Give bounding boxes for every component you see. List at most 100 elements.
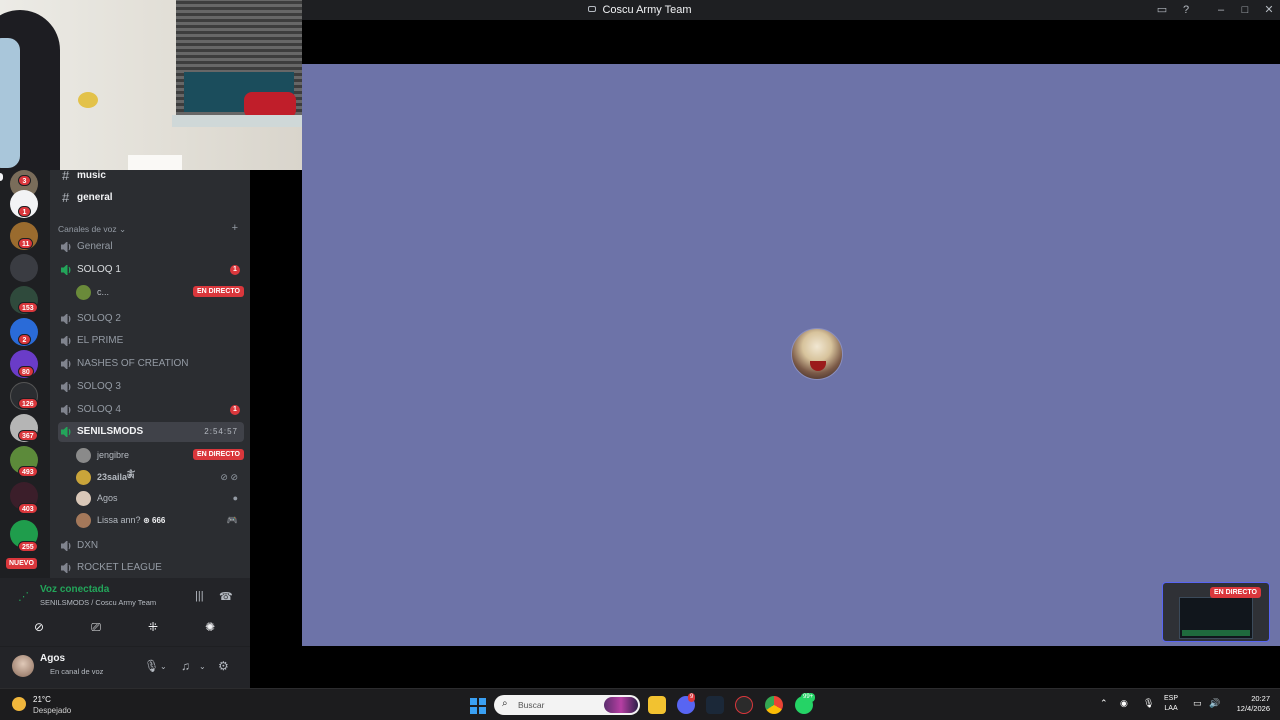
speaker-icon [61,242,71,252]
voice-channel-soloq1[interactable]: SOLOQ 1 1 [58,260,244,280]
chevron-down-icon[interactable]: ⌄ [160,662,167,671]
webcam-overlay [0,0,302,170]
voice-user[interactable]: jengibre EN DIRECTO [76,445,244,465]
voice-stage [250,20,1280,646]
voice-channel-soloq3[interactable]: SOLOQ 3 [58,377,244,397]
speaker-icon [61,336,71,346]
voice-user-name: Lissa ann? ⊛ 666 [97,510,165,531]
status-icon: ● [232,493,238,503]
voice-user-name: c... [97,287,110,297]
app-icon[interactable] [735,696,753,714]
maximize-icon[interactable]: □ [1237,2,1253,18]
tray-chevron-up-icon[interactable]: ⌃ [1100,698,1108,709]
voice-user[interactable]: Lissa ann? ⊛ 666 🎮 [76,510,244,530]
voice-channel-senilsmods[interactable]: SENILSMODS 2:54:57 [58,422,244,442]
hash-icon: # [62,170,70,183]
live-badge: EN DIRECTO [192,449,244,460]
voice-user[interactable]: Agos ● [76,488,244,508]
user-name[interactable]: Agos [40,653,65,664]
stream-thumbnail [1179,597,1253,639]
stream-thumbnail-strip [1182,630,1250,636]
steam-icon[interactable] [706,696,724,714]
channel-label: NASHES OF CREATION [77,358,189,369]
speaker-icon [61,265,71,275]
tray-app-icon[interactable]: ◉ [1120,698,1128,709]
weather-condition[interactable]: Despejado [33,706,71,715]
mention-badge: 1 [230,265,240,275]
server-badge: 367 [18,430,38,441]
channel-label: SENILSMODS [77,426,144,437]
voice-user-name-text: Lissa ann? [97,515,141,525]
voice-channel-rocket-league[interactable]: ROCKET LEAGUE [58,558,244,578]
live-badge: EN DIRECTO [1209,587,1261,598]
search-box[interactable]: ⌕ Buscar [494,695,640,715]
start-button[interactable] [470,698,486,714]
help-icon[interactable]: ? [1178,2,1194,18]
search-icon: ⌕ [502,698,508,709]
voice-channel-general[interactable]: General [58,237,244,257]
avatar[interactable] [12,655,34,677]
taskbar: 21°C Despejado ⌕ Buscar 9 99+ ⌃ ◉ 🎙 ESP L… [0,688,1280,720]
voice-status[interactable]: Voz conectada [40,584,109,595]
microphone-icon[interactable]: 🎙 [144,659,159,673]
volume-icon[interactable]: 🔊 [1209,698,1220,709]
settings-gear-icon[interactable]: ⚙ [218,659,229,673]
user-tag-text: 666 [152,516,166,525]
speaker-icon [61,359,71,369]
camera-off-icon[interactable]: ⊘ [15,616,63,638]
channel-label: SOLOQ 3 [77,381,121,392]
signal-icon[interactable]: ⋰ [18,590,29,603]
weather-temp[interactable]: 21°C [33,695,51,704]
server-icon[interactable] [10,254,38,282]
soundboard-icon[interactable]: ✺ [186,616,234,638]
add-channel-icon[interactable]: + [232,222,238,234]
server-badge: 255 [18,541,38,552]
search-highlight-image [604,697,638,713]
channel-music[interactable]: # music [58,170,244,186]
file-explorer-icon[interactable] [648,696,666,714]
speaker-icon [61,314,71,324]
voice-channel-el-prime[interactable]: EL PRIME [58,331,244,351]
live-badge: EN DIRECTO [192,286,244,297]
voice-user[interactable]: 23sailaༀ ⊘ ⊘ [76,467,244,487]
voice-channel-soloq2[interactable]: SOLOQ 2 [58,309,244,329]
voice-channel-path[interactable]: SENILSMODS / Coscu Army Team [40,598,156,607]
discord-badge: 9 [688,693,696,702]
avatar [76,285,91,300]
minimize-icon[interactable]: – [1213,2,1229,18]
chrome-icon[interactable] [765,696,783,714]
webcam-sill [172,115,302,127]
disconnect-icon[interactable]: ☎ [219,590,233,603]
channel-label: ROCKET LEAGUE [77,562,162,573]
channel-label: General [77,241,113,252]
server-badge: 80 [18,366,34,377]
whatsapp-badge: 99+ [801,693,816,702]
screen-share-icon[interactable]: ⎚ [72,616,120,638]
voice-channel-nashes[interactable]: NASHES OF CREATION [58,354,244,374]
inbox-icon[interactable]: ▭ [1154,2,1170,18]
speaker-icon [61,563,71,573]
webcam-plant [78,92,98,108]
new-badge[interactable]: NUEVO [6,558,37,569]
language-indicator[interactable]: ESP LAA [1164,694,1178,714]
voice-user[interactable]: c... EN DIRECTO [76,282,244,302]
chevron-down-icon[interactable]: ⌄ [199,662,206,671]
webcam-shirt [0,38,20,168]
activities-icon[interactable]: ⁜ [129,616,177,638]
channel-general-text[interactable]: # general [58,188,244,208]
close-icon[interactable]: ✕ [1261,2,1277,18]
weather-moon-icon[interactable] [12,697,26,711]
headphones-icon[interactable]: ♫ [181,659,190,673]
speaker-avatar[interactable] [791,328,843,380]
noise-suppression-icon[interactable]: ||| [195,590,204,602]
voice-channel-dxn[interactable]: DXN [58,536,244,556]
tray-microphone-icon[interactable]: 🎙 [1143,698,1154,709]
keyboard-layout: LAA [1164,705,1178,712]
channel-label: general [77,192,113,203]
stream-preview[interactable]: EN DIRECTO [1162,582,1270,642]
voice-section-header[interactable]: Canales de voz ⌄ [58,224,126,235]
network-icon[interactable]: ▭ [1193,698,1202,709]
clock[interactable]: 20:27 12/4/2026 [1226,694,1270,714]
voice-user-name: Agos [97,493,118,503]
voice-channel-soloq4[interactable]: SOLOQ 4 1 [58,400,244,420]
